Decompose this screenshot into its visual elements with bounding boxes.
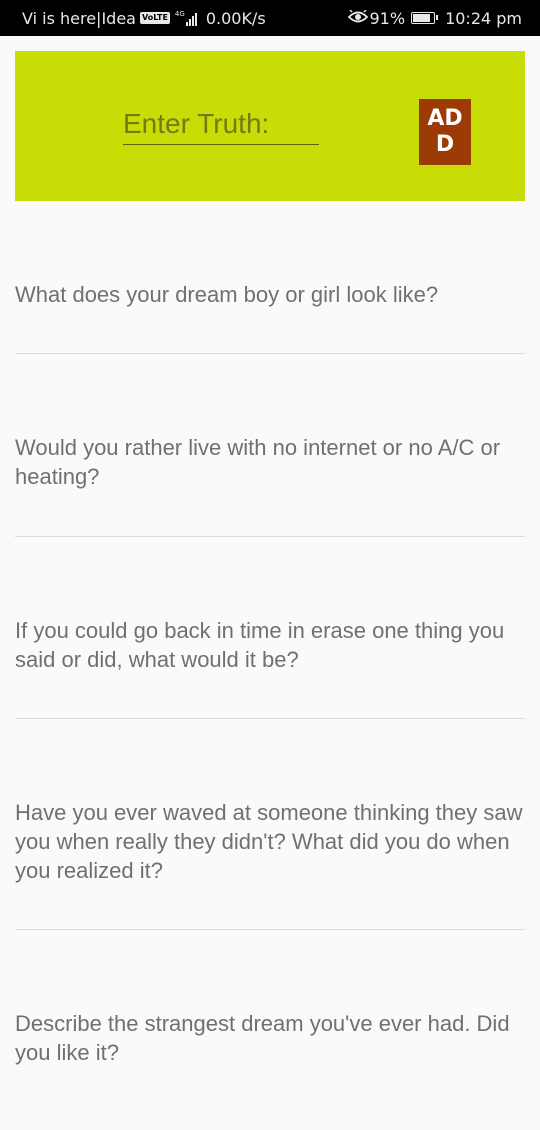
truth-text: Would you rather live with no internet o… [15, 435, 501, 489]
eye-comfort-icon [347, 8, 368, 28]
status-left: Vi is here|Idea VoLTE 4G 0.00K/s [22, 0, 266, 36]
network-type: 4G [174, 10, 185, 18]
signal-icon: 4G [175, 10, 198, 26]
network-speed: 0.00K/s [205, 8, 266, 28]
add-truth-panel: ADD [15, 51, 525, 201]
truth-text: Have you ever waved at someone thinking … [15, 800, 523, 883]
add-button-label: ADD [427, 106, 463, 157]
list-item[interactable]: Describe the strangest dream you've ever… [15, 930, 525, 1130]
list-item[interactable]: What does your dream boy or girl look li… [15, 201, 525, 354]
list-item[interactable]: Have you ever waved at someone thinking … [15, 719, 525, 930]
truth-text: What does your dream boy or girl look li… [15, 282, 439, 307]
battery-percent: 91% [369, 8, 406, 28]
status-bar: Vi is here|Idea VoLTE 4G 0.00K/s 91% 10:… [0, 0, 540, 36]
truth-input[interactable] [123, 103, 319, 145]
status-right: 91% 10:24 pm [347, 0, 522, 36]
carrier-name: Vi is here|Idea [22, 8, 136, 28]
list-item[interactable]: If you could go back in time in erase on… [15, 537, 525, 719]
battery-fill [413, 14, 431, 22]
clock: 10:24 pm [445, 8, 522, 28]
battery-icon [411, 12, 439, 24]
add-button[interactable]: ADD [419, 99, 471, 165]
volte-icon: VoLTE [139, 12, 170, 24]
list-item[interactable]: Would you rather live with no internet o… [15, 354, 525, 537]
truth-text: Describe the strangest dream you've ever… [15, 1011, 510, 1065]
truth-text: If you could go back in time in erase on… [15, 618, 505, 672]
truth-list[interactable]: What does your dream boy or girl look li… [15, 201, 525, 1130]
